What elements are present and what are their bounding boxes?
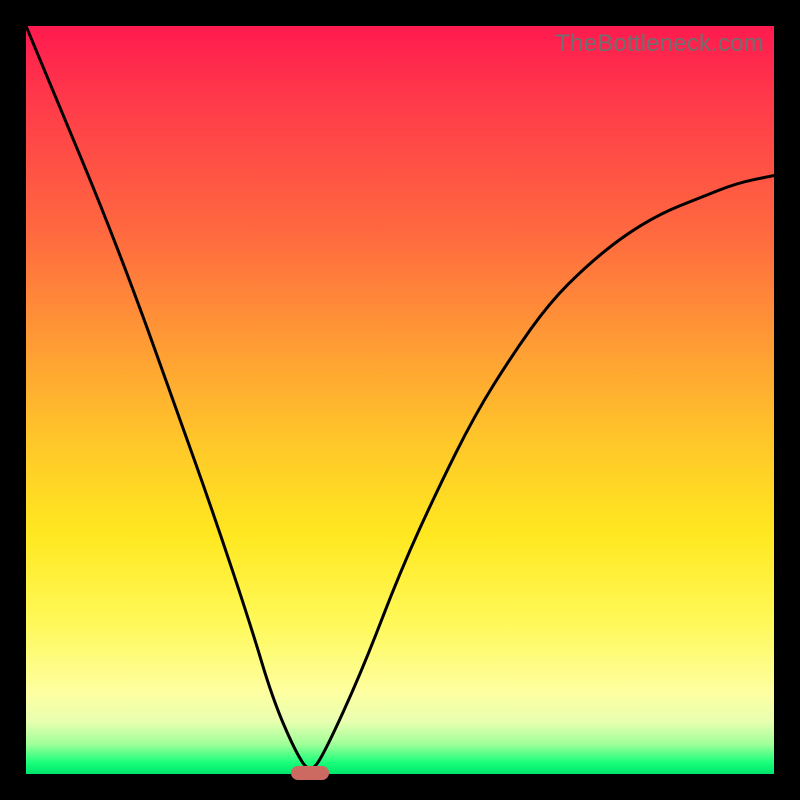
chart-frame: TheBottleneck.com xyxy=(0,0,800,800)
watermark-text: TheBottleneck.com xyxy=(555,30,764,58)
curve-path xyxy=(26,26,774,768)
plot-area: TheBottleneck.com xyxy=(26,26,774,774)
bottleneck-curve xyxy=(26,26,774,774)
optimal-marker xyxy=(291,766,329,780)
